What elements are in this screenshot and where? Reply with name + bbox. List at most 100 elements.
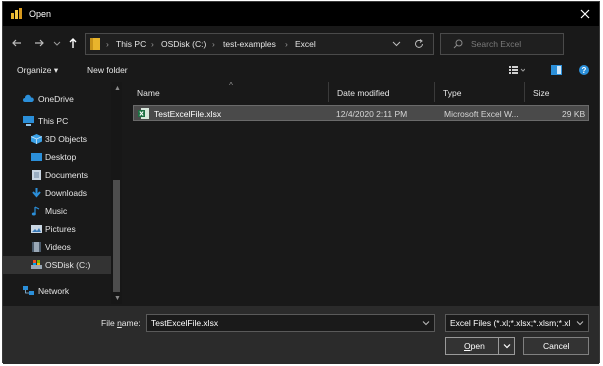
title-bar: Open (3, 2, 599, 26)
up-arrow-icon[interactable] (67, 37, 79, 49)
preview-pane-icon[interactable] (551, 65, 562, 75)
computer-icon (23, 116, 34, 126)
change-view-icon[interactable] (509, 65, 525, 75)
file-size: 29 KB (562, 109, 586, 119)
column-header-date-modified[interactable]: Date modified (329, 82, 435, 102)
excel-file-icon (138, 108, 149, 119)
nav-item-label: OSDisk (C:) (45, 260, 91, 270)
search-box[interactable]: Search Excel (440, 33, 564, 55)
nav-item-label: Pictures (45, 224, 76, 234)
breadcrumb-separator: › (285, 39, 288, 49)
file-name-label-suffix: ame: (121, 318, 141, 328)
file-list: Name ^ Date modified Type Size TestExcel… (125, 81, 599, 306)
open-button-label: Open (464, 341, 485, 351)
back-arrow-icon[interactable] (11, 37, 23, 49)
navigation-scrollbar[interactable]: ▲ ▼ (111, 82, 122, 304)
open-options-arrow-icon[interactable] (502, 341, 512, 351)
organize-button[interactable]: Organize ▾ (17, 65, 58, 76)
command-toolbar: Organize ▾ New folder ? (3, 60, 599, 82)
nav-item-label: Downloads (45, 188, 88, 198)
app-icon (11, 8, 22, 19)
nav-item-pictures[interactable]: Pictures (3, 220, 111, 238)
file-type-select[interactable]: Excel Files (*.xl;*.xlsx;*.xlsm;*.xl (445, 314, 589, 332)
open-button-accelerator: O (464, 341, 471, 351)
nav-item-music[interactable]: Music (3, 202, 111, 220)
scroll-down-arrow-icon[interactable]: ▼ (114, 295, 121, 302)
pictures-icon (31, 225, 42, 233)
nav-item-downloads[interactable]: Downloads (3, 184, 111, 202)
forward-arrow-icon[interactable] (33, 37, 45, 49)
folder-icon (90, 38, 100, 50)
address-dropdown-chevron-icon[interactable] (392, 39, 401, 48)
column-header-label: Type (443, 88, 462, 98)
nav-item-label: This PC (38, 116, 69, 126)
file-name-label-prefix: File (101, 318, 118, 328)
cloud-icon (23, 94, 34, 102)
scroll-up-arrow-icon[interactable]: ▲ (114, 85, 121, 92)
nav-item-this-pc[interactable]: This PC (3, 112, 111, 130)
file-type-value: Excel Files (*.xl;*.xlsx;*.xlsm;*.xl (450, 318, 571, 328)
chevron-down-icon[interactable] (422, 319, 430, 327)
new-folder-button[interactable]: New folder (87, 65, 128, 75)
refresh-icon[interactable] (414, 39, 424, 49)
navigation-pane: OneDrive This PC 3D Objects Desktop Docu… (3, 82, 123, 306)
drive-icon (31, 260, 42, 269)
nav-item-osdisk[interactable]: OSDisk (C:) (3, 256, 111, 274)
breadcrumb-this-pc[interactable]: This PC (116, 39, 146, 49)
breadcrumb-separator: › (212, 39, 215, 49)
open-button-label-rest: pen (470, 341, 485, 351)
breadcrumb-separator: › (106, 39, 109, 49)
documents-icon (32, 170, 41, 180)
nav-item-label: Music (45, 206, 68, 216)
nav-item-label: Desktop (45, 152, 77, 162)
file-name-value: TestExcelFile.xlsx (151, 318, 219, 328)
nav-item-3d-objects[interactable]: 3D Objects (3, 130, 111, 148)
close-icon[interactable] (577, 6, 593, 22)
breadcrumb-test-examples[interactable]: test-examples (223, 39, 276, 49)
file-row[interactable]: TestExcelFile.xlsx 12/4/2020 2:11 PM Mic… (133, 105, 589, 121)
cube-icon (31, 134, 42, 144)
file-type: Microsoft Excel W... (444, 109, 519, 119)
network-icon (23, 286, 34, 295)
column-header-label: Name (137, 88, 160, 98)
dialog-footer: File name: TestExcelFile.xlsx Excel File… (3, 306, 599, 364)
breadcrumb-excel[interactable]: Excel (295, 39, 316, 49)
download-icon (32, 188, 41, 198)
column-header-size[interactable]: Size (525, 82, 587, 102)
search-placeholder: Search Excel (471, 39, 522, 49)
search-icon (453, 39, 463, 49)
svg-text:?: ? (582, 66, 587, 75)
breadcrumb-osdisk[interactable]: OSDisk (C:) (161, 39, 206, 49)
scrollbar-thumb[interactable] (113, 180, 120, 292)
file-name-input[interactable]: TestExcelFile.xlsx (146, 314, 435, 332)
column-header-name[interactable]: Name ^ (129, 81, 329, 102)
nav-item-videos[interactable]: Videos (3, 238, 111, 256)
recent-locations-chevron-icon[interactable] (53, 37, 61, 49)
column-header-label: Date modified (337, 88, 390, 98)
sort-ascending-icon: ^ (229, 81, 233, 90)
nav-item-label: 3D Objects (45, 134, 88, 144)
videos-icon (32, 242, 41, 252)
file-name: TestExcelFile.xlsx (154, 109, 222, 119)
help-icon[interactable]: ? (579, 65, 589, 75)
nav-item-label: Videos (45, 242, 71, 252)
open-button[interactable]: Open (445, 337, 515, 355)
cancel-button[interactable]: Cancel (523, 337, 589, 355)
column-header-type[interactable]: Type (435, 82, 525, 102)
nav-item-documents[interactable]: Documents (3, 166, 111, 184)
cancel-button-label: Cancel (543, 341, 570, 351)
nav-item-label: Documents (45, 170, 88, 180)
column-header-label: Size (533, 88, 550, 98)
breadcrumb-separator: › (151, 39, 154, 49)
address-bar[interactable]: › This PC › OSDisk (C:) › test-examples … (85, 33, 434, 55)
chevron-down-icon[interactable] (576, 319, 584, 327)
file-name-label: File name: (101, 318, 141, 328)
split-divider (498, 338, 499, 354)
file-date-modified: 12/4/2020 2:11 PM (336, 109, 408, 119)
nav-item-desktop[interactable]: Desktop (3, 148, 111, 166)
music-icon (31, 206, 40, 216)
nav-item-onedrive[interactable]: OneDrive (3, 90, 111, 108)
nav-item-label: OneDrive (38, 94, 74, 104)
navigation-bar: › This PC › OSDisk (C:) › test-examples … (3, 26, 599, 60)
nav-item-network[interactable]: Network (3, 282, 111, 300)
